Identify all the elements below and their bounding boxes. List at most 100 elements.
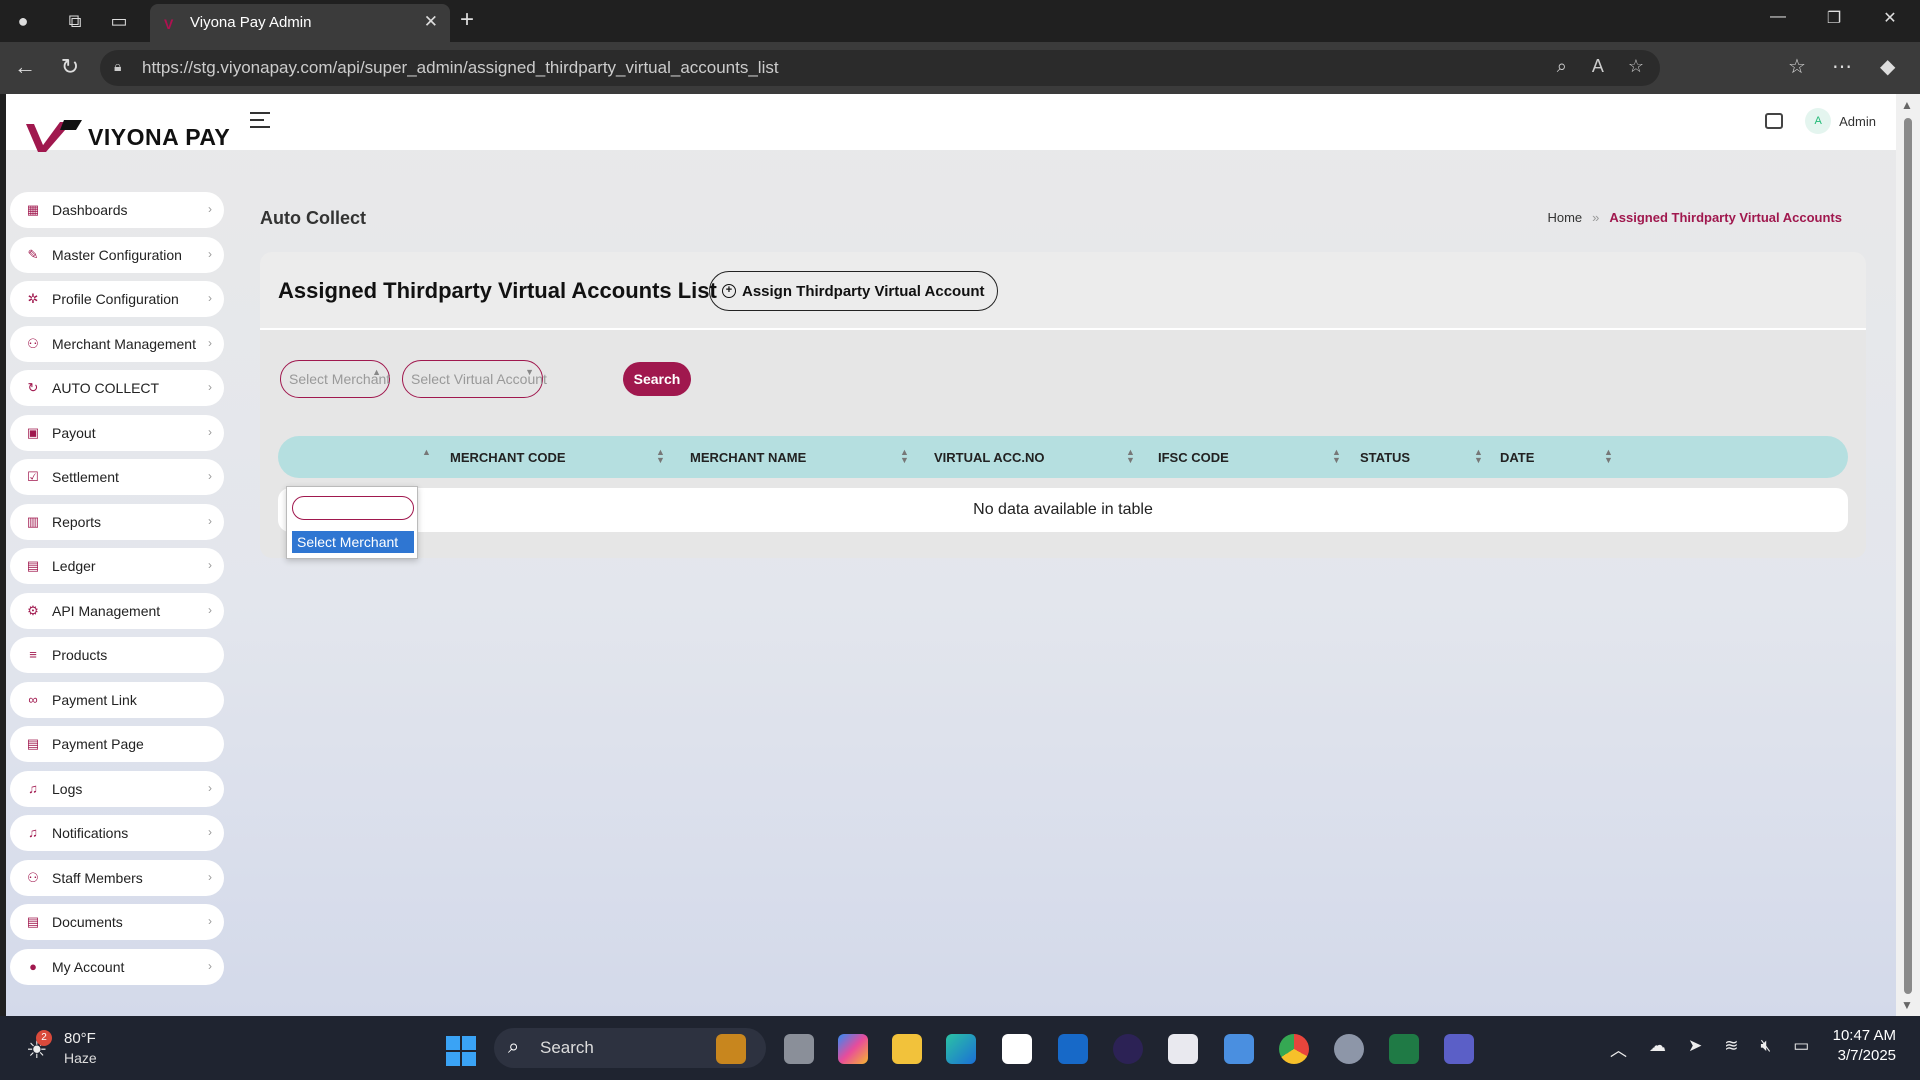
avatar[interactable]: A: [1805, 108, 1832, 134]
chevron-right-icon: ›: [208, 914, 212, 928]
sort-icon[interactable]: ▲ ▼: [900, 448, 909, 465]
zoom-icon[interactable]: ⌕: [1557, 56, 1567, 76]
user-name[interactable]: Admin: [1839, 114, 1876, 129]
chevron-right-icon: ›: [208, 291, 212, 305]
sidebar-item-products[interactable]: ≡ Products: [10, 637, 224, 673]
chevron-right-icon: ›: [208, 558, 212, 572]
store-icon[interactable]: [1002, 1034, 1032, 1064]
column-merchant-name[interactable]: MERCHANT NAME: [690, 450, 806, 465]
card-header: Assigned Thirdparty Virtual Accounts Lis…: [260, 252, 1866, 330]
chevron-up-icon[interactable]: ︿: [1610, 1036, 1627, 1061]
back-icon[interactable]: ←: [10, 54, 40, 80]
profile-icon[interactable]: ●: [10, 8, 36, 34]
chevron-right-icon: ›: [208, 825, 212, 839]
sidebar-item-label: API Management: [52, 602, 161, 619]
sort-icon[interactable]: ▲ ▼: [1604, 448, 1613, 465]
reload-icon[interactable]: ↻: [55, 54, 85, 80]
sort-asc-icon[interactable]: ▲: [422, 448, 431, 457]
start-windows-icon[interactable]: [446, 1036, 476, 1066]
battery-icon[interactable]: ▭: [1793, 1036, 1809, 1061]
sidebar-item-reports[interactable]: ▥ Reports ›: [10, 503, 224, 540]
sidebar-item-ledger[interactable]: ▤ Ledger ›: [10, 548, 224, 584]
sidebar-item-settlement[interactable]: ☑ Settlement ›: [10, 459, 224, 495]
column-date[interactable]: DATE: [1500, 450, 1534, 465]
scroll-down-icon[interactable]: ▼: [1901, 998, 1913, 1012]
sidebar-item-notifications[interactable]: ♫ Notifications ›: [10, 815, 224, 851]
sidebar-item-master-configuration[interactable]: ✎ Master Configuration ›: [10, 236, 224, 273]
chrome-icon[interactable]: [1279, 1034, 1309, 1064]
sidebar-item-profile-configuration[interactable]: ✲ Profile Configuration ›: [10, 281, 224, 317]
sidebar-item-payout[interactable]: ▣ Payout ›: [10, 414, 224, 451]
sidebar-item-dashboards[interactable]: ▦ Dashboards ›: [10, 192, 224, 228]
wifi-icon[interactable]: ≋: [1724, 1036, 1738, 1061]
copilot-icon[interactable]: ◆: [1880, 54, 1895, 79]
sort-icon[interactable]: ▲ ▼: [1474, 448, 1483, 465]
favorite-star-icon[interactable]: ☆: [1628, 56, 1644, 76]
merchant-search-input[interactable]: [292, 496, 414, 520]
read-aloud-icon[interactable]: A: [1592, 56, 1603, 76]
column-ifsc-code[interactable]: IFSC CODE: [1158, 450, 1229, 465]
clock[interactable]: 10:47 AM 3/7/2025: [1833, 1026, 1896, 1066]
sidebar-item-merchant-management[interactable]: ⚇ Merchant Management ›: [10, 325, 224, 362]
copilot-app-icon[interactable]: [838, 1034, 868, 1064]
eclipse-icon[interactable]: [1113, 1034, 1143, 1064]
system-tray: ︿ ☁ ➤ ≋ 🔇︎ ▭: [1610, 1036, 1809, 1061]
more-menu-icon[interactable]: ⋯: [1832, 54, 1852, 79]
onedrive-icon[interactable]: ☁: [1649, 1036, 1666, 1061]
taskbar: ☀ 2 80°F Haze ⌕ Search ︿ ☁ ➤ ≋ 🔇︎ ▭ 10:4…: [0, 1016, 1920, 1080]
document-icon: ▤: [26, 736, 40, 751]
menu-toggle-icon[interactable]: [250, 112, 270, 133]
minimize-icon[interactable]: —: [1758, 8, 1798, 26]
collections-icon[interactable]: ⧉: [62, 8, 88, 34]
excel-icon[interactable]: [1389, 1034, 1419, 1064]
search-button[interactable]: Search: [623, 362, 691, 396]
scroll-thumb[interactable]: [1904, 118, 1912, 994]
virtual-account-select[interactable]: Select Virtual Account ▼: [402, 360, 547, 398]
sort-icon[interactable]: ▲ ▼: [1332, 448, 1341, 465]
browser-tab[interactable]: V Viyona Pay Admin ✕: [150, 4, 450, 42]
chevron-right-icon: ›: [208, 202, 212, 216]
file-explorer-icon[interactable]: [892, 1034, 922, 1064]
notepad-icon[interactable]: [1224, 1034, 1254, 1064]
sidebar-item-payment-link[interactable]: ∞ Payment Link: [10, 681, 224, 718]
sort-icon[interactable]: ▲ ▼: [656, 448, 665, 465]
mute-icon[interactable]: 🔇︎: [1761, 1036, 1772, 1061]
sidebar-item-documents[interactable]: ▤ Documents ›: [10, 904, 224, 940]
sidebar-item-label: Documents: [52, 914, 123, 930]
location-icon[interactable]: ➤: [1688, 1036, 1702, 1061]
merchant-select[interactable]: Select Merchant ▲: [280, 360, 390, 398]
settings-gear-icon[interactable]: [1334, 1034, 1364, 1064]
url-field[interactable]: 🔒︎ https://stg.viyonapay.com/api/super_a…: [100, 50, 1660, 86]
teams-icon[interactable]: [1444, 1034, 1474, 1064]
merchant-option[interactable]: Select Merchant: [292, 531, 414, 553]
list-icon: ≡: [29, 647, 37, 662]
sort-icon[interactable]: ▲ ▼: [1126, 448, 1135, 465]
sidebar-item-payment-page[interactable]: ▤ Payment Page: [10, 726, 224, 762]
edge-browser-icon[interactable]: [946, 1034, 976, 1064]
breadcrumb-home[interactable]: Home: [1547, 210, 1582, 225]
new-tab-icon[interactable]: +: [460, 6, 474, 34]
sidebar-item-staff-members[interactable]: ⚇ Staff Members ›: [10, 859, 224, 896]
column-virtual-acc-no[interactable]: VIRTUAL ACC.NO: [934, 450, 1045, 465]
sidebar-item-api-management[interactable]: ⚙ API Management ›: [10, 592, 224, 629]
bell-icon: ♫: [28, 825, 38, 840]
page-scrollbar[interactable]: ▲ ▼: [1896, 94, 1920, 1016]
restore-icon[interactable]: ❐: [1814, 8, 1854, 28]
assign-virtual-account-button[interactable]: + Assign Thirdparty Virtual Account: [709, 271, 998, 311]
column-status[interactable]: STATUS: [1360, 450, 1410, 465]
outlook-icon[interactable]: [1058, 1034, 1088, 1064]
sidebar-item-my-account[interactable]: ● My Account ›: [10, 948, 224, 985]
favorites-icon[interactable]: ☆: [1788, 54, 1806, 79]
tab-actions-icon[interactable]: ▭: [106, 8, 132, 34]
column-merchant-code[interactable]: MERCHANT CODE: [450, 450, 566, 465]
close-window-icon[interactable]: ✕: [1870, 8, 1910, 28]
briefcase-app-icon[interactable]: [716, 1034, 746, 1064]
bell-icon: ♫: [28, 780, 38, 796]
scroll-up-icon[interactable]: ▲: [1901, 98, 1913, 112]
close-tab-icon[interactable]: ✕: [424, 12, 438, 32]
wallet-icon[interactable]: [1765, 113, 1784, 129]
sidebar-item-logs[interactable]: ♫ Logs ›: [10, 770, 224, 807]
sidebar-item-auto-collect[interactable]: ↻ AUTO COLLECT ›: [10, 370, 224, 406]
snipping-tool-icon[interactable]: [1168, 1034, 1198, 1064]
task-view-icon[interactable]: [784, 1034, 814, 1064]
